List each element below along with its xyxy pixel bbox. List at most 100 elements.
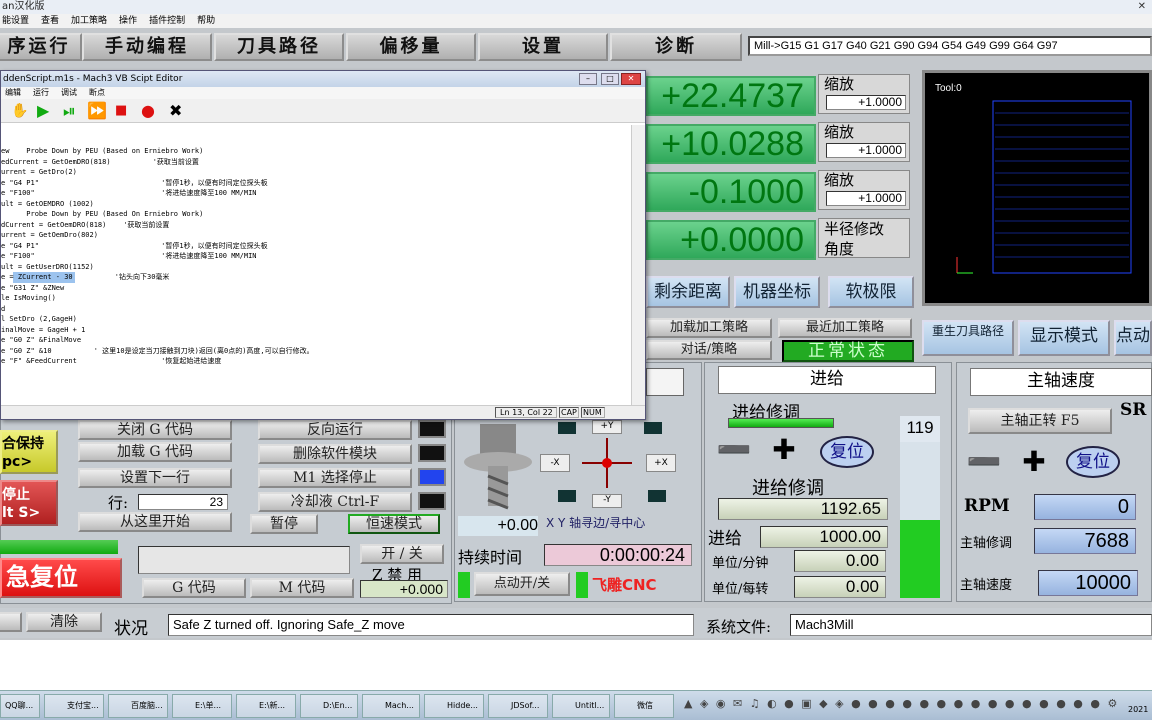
menu-item[interactable]: 查看	[41, 16, 59, 26]
jog-y-plus-button[interactable]: +Y	[592, 420, 622, 434]
clear-button[interactable]: 清除	[26, 612, 102, 632]
window-close-icon[interactable]: ✕	[1138, 0, 1146, 14]
taskbar-item[interactable]: JDSof...	[488, 694, 548, 718]
close-gcode-button[interactable]: 关闭 G 代码	[78, 420, 232, 440]
coolant-button[interactable]: 冷却液 Ctrl-F	[258, 492, 412, 512]
dro-a[interactable]: +0.0000	[646, 220, 816, 260]
pause-button[interactable]: 暂停	[250, 514, 318, 534]
dro-y[interactable]: +10.0288	[646, 124, 816, 164]
jog-corner[interactable]	[648, 490, 666, 502]
spindle-reset-button[interactable]: 复位	[1066, 446, 1120, 478]
tray-icons[interactable]: ▲ ◈ ◉ ✉ ♫ ◐ ● ▣ ◆ ◈ ● ● ● ● ● ● ● ● ● ● …	[684, 697, 1124, 715]
status-label: 状况	[114, 619, 148, 639]
taskbar-item[interactable]: E:\单...	[172, 694, 232, 718]
scale-x-value[interactable]: +1.0000	[826, 95, 906, 110]
toolpath-view[interactable]: Tool:0	[922, 70, 1152, 306]
gcode-button[interactable]: G 代码	[142, 578, 246, 598]
scale-y-value[interactable]: +1.0000	[826, 143, 906, 158]
tab-settings[interactable]: 设置	[478, 33, 608, 61]
feed-slider-track[interactable]	[900, 442, 940, 598]
taskbar-item[interactable]: QQ聊...	[0, 694, 40, 718]
tab-diagnostics[interactable]: 诊断	[610, 33, 742, 61]
remaining-distance-button[interactable]: 剩余距离	[646, 276, 730, 308]
open-icon[interactable]: ✋	[11, 103, 28, 119]
step-icon[interactable]: ⏯	[63, 101, 76, 121]
m1-optional-stop-button[interactable]: M1 选择停止	[258, 468, 412, 488]
feed-hold-button[interactable]: 合保持 pc>	[0, 430, 58, 474]
run-icon[interactable]: ▶	[37, 101, 49, 120]
editor-close-icon[interactable]: ✕	[621, 73, 641, 85]
spindle-sr-label: SR	[1120, 400, 1147, 420]
taskbar-item[interactable]: Mach...	[362, 694, 420, 718]
clear-breakpoints-icon[interactable]: ✖	[169, 101, 182, 120]
load-gcode-button[interactable]: 加载 G 代码	[78, 442, 232, 462]
soft-limits-button[interactable]: 软极限	[828, 276, 914, 308]
taskbar-item[interactable]: Hidde...	[424, 694, 484, 718]
tab-manual-edit[interactable]: 手动编程	[82, 33, 212, 61]
spindle-plus-icon[interactable]: ✚	[1012, 446, 1056, 478]
spindle-minus-icon[interactable]: ➖	[962, 446, 1006, 478]
editor-minimize-icon[interactable]: –	[579, 73, 597, 85]
editor-maximize-icon[interactable]: □	[601, 73, 619, 85]
feed-plus-icon[interactable]: ✚	[762, 434, 806, 466]
breakpoint-icon[interactable]: ●	[141, 101, 155, 120]
code-editor[interactable]: ew Probe Down by PEU (Based on Erniebro …	[1, 125, 631, 405]
jog-x-minus-button[interactable]: -X	[540, 454, 570, 472]
editor-menu-item[interactable]: 运行	[33, 88, 49, 97]
set-next-line-button[interactable]: 设置下一行	[78, 468, 232, 488]
spindle-cw-button[interactable]: 主轴正转 F5	[968, 408, 1112, 434]
editor-title: ddenScript.m1s - Mach3 VB Scipt Editor	[1, 71, 645, 87]
stop-icon[interactable]: ■	[115, 103, 127, 118]
feed-reset-button[interactable]: 复位	[820, 436, 874, 468]
tab-program-run[interactable]: 序运行	[0, 33, 82, 61]
editor-scrollbar[interactable]	[631, 125, 645, 405]
onoff-button[interactable]: 开 / 关	[360, 544, 444, 564]
jog-corner[interactable]	[644, 422, 662, 434]
display-mode-button[interactable]: 显示模式	[1018, 320, 1110, 356]
recent-strategy-button[interactable]: 最近加工策略	[778, 318, 912, 338]
menu-item[interactable]: 帮助	[197, 16, 215, 26]
editor-menu-item[interactable]: 编辑	[5, 88, 21, 97]
taskbar-item[interactable]: E:\新...	[236, 694, 296, 718]
reverse-run-button[interactable]: 反向运行	[258, 420, 412, 440]
line-number-input[interactable]: 23	[138, 494, 228, 510]
taskbar-item[interactable]: Untitl...	[552, 694, 610, 718]
dro-x[interactable]: +22.4737	[646, 76, 816, 116]
mcode-button[interactable]: M 代码	[250, 578, 354, 598]
endmill-icon	[464, 424, 532, 510]
jog-button[interactable]: 点动	[1114, 320, 1152, 356]
taskbar-item[interactable]: 微信	[614, 694, 674, 718]
reset-small-button[interactable]	[0, 612, 22, 632]
editor-menu-item[interactable]: 断点	[89, 88, 105, 97]
stop-button[interactable]: 停止 lt S>	[0, 480, 58, 526]
taskbar-item[interactable]: 支付宝...	[44, 694, 104, 718]
load-strategy-button[interactable]: 加载加工策略	[646, 318, 772, 338]
delete-module-button[interactable]: 删除软件模块	[258, 444, 412, 464]
jog-y-minus-button[interactable]: -Y	[592, 494, 622, 508]
taskbar-item[interactable]: 百度脑...	[108, 694, 168, 718]
editor-menu-item[interactable]: 调试	[61, 88, 77, 97]
feed-minus-icon[interactable]: ➖	[712, 434, 756, 466]
menu-item[interactable]: 能设置	[2, 16, 29, 26]
taskbar-item[interactable]: D:\En...	[300, 694, 358, 718]
tab-toolpath[interactable]: 刀具路径	[214, 33, 344, 61]
tab-offsets[interactable]: 偏移量	[346, 33, 476, 61]
mdi-input[interactable]: Mill->G15 G1 G17 G40 G21 G90 G94 G54 G49…	[748, 36, 1152, 56]
jog-corner[interactable]	[558, 422, 576, 434]
jog-corner[interactable]	[558, 490, 576, 502]
menu-item[interactable]: 操作	[119, 16, 137, 26]
emergency-reset-button[interactable]: 急复位	[0, 558, 122, 598]
regen-toolpath-button[interactable]: 重生刀具路径	[922, 320, 1014, 356]
run-from-here-button[interactable]: 从这里开始	[78, 512, 232, 532]
jog-toggle-button[interactable]: 点动开/关	[474, 572, 570, 596]
menu-item[interactable]: 插件控制	[149, 16, 185, 26]
dro-z[interactable]: -0.1000	[646, 172, 816, 212]
vb-script-editor-window[interactable]: ddenScript.m1s - Mach3 VB Scipt Editor –…	[0, 70, 646, 420]
cv-mode-button[interactable]: 恒速模式	[348, 514, 440, 534]
dialog-strategy-button[interactable]: 对话/策略	[646, 340, 772, 360]
jog-x-plus-button[interactable]: +X	[646, 454, 676, 472]
menu-item[interactable]: 加工策略	[71, 16, 107, 26]
machine-coords-button[interactable]: 机器坐标	[734, 276, 820, 308]
scale-z-value[interactable]: +1.0000	[826, 191, 906, 206]
step-over-icon[interactable]: ⏩	[87, 101, 107, 120]
